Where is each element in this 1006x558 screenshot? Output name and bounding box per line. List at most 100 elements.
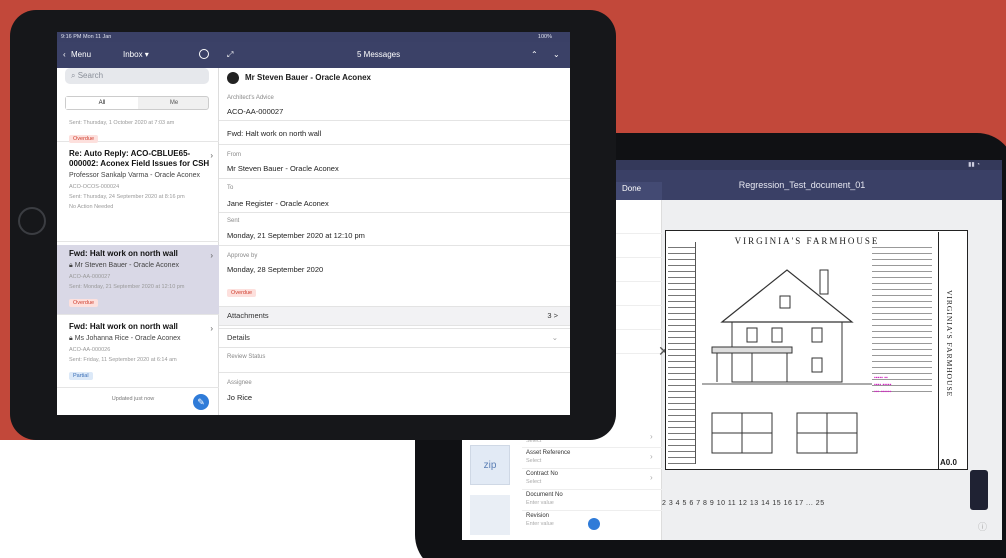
sender-name: Mr Steven Bauer - Oracle Aconex bbox=[245, 73, 371, 82]
item-title: Re: Auto Reply: ACO-CBLUE65-000002: Acon… bbox=[69, 149, 210, 168]
mail-type: Architect's Advice bbox=[227, 95, 274, 101]
menu-button[interactable]: Menu bbox=[71, 50, 91, 59]
drawing-schedule bbox=[872, 242, 932, 392]
assignee-label: Assignee bbox=[227, 380, 252, 386]
status-badge: Overdue bbox=[227, 289, 257, 297]
page-thumbnails[interactable]: 2 3 4 5 6 7 8 9 10 11 12 13 14 15 16 17 … bbox=[662, 500, 972, 507]
document-title: Regression_Test_document_01 bbox=[738, 180, 866, 190]
item-from: Professor Sankalp Varma - Oracle Aconex bbox=[69, 172, 200, 179]
list-item[interactable]: Sent: Thursday, 1 October 2020 at 7:03 a… bbox=[57, 115, 219, 143]
expand-icon[interactable]: ⤢ bbox=[227, 50, 233, 60]
field-label-asset-reference: Asset Reference bbox=[526, 450, 571, 456]
status-badge: Overdue bbox=[69, 135, 99, 143]
divider bbox=[219, 178, 570, 179]
sheet-number: A0.0 bbox=[940, 458, 957, 467]
mail-subject: Fwd: Halt work on north wall bbox=[227, 129, 322, 138]
chevron-down-icon[interactable]: ⌄ bbox=[553, 50, 560, 59]
status-badge: Overdue bbox=[69, 299, 99, 307]
item-ref: ACO-OCOS-000024 bbox=[69, 184, 120, 190]
inbox-dropdown[interactable]: Inbox ▾ bbox=[123, 50, 149, 59]
avatar bbox=[227, 72, 239, 84]
lock-icon: 🔒︎ bbox=[69, 262, 73, 269]
divider bbox=[219, 245, 570, 246]
info-icon[interactable]: ⓘ bbox=[978, 520, 987, 533]
markup-toolbar[interactable] bbox=[970, 470, 988, 510]
compose-icon[interactable]: ✎ bbox=[193, 394, 209, 410]
status-badge: Partial bbox=[69, 372, 93, 380]
item-ref: ACO-AA-000027 bbox=[69, 274, 111, 280]
field-input-revision[interactable]: Enter value bbox=[526, 521, 554, 527]
front-tablet-screen: 9:16 PM Mon 11 Jan 100% ‹ Menu Inbox ▾ ⤢… bbox=[57, 32, 570, 415]
review-status-label: Review Status bbox=[227, 354, 266, 360]
lock-icon: 🔒︎ bbox=[69, 335, 73, 342]
field-value-asset-reference[interactable]: Select bbox=[526, 458, 541, 464]
divider bbox=[219, 372, 570, 373]
chevron-right-icon: › bbox=[650, 473, 653, 482]
item-ref: ACO-AA-000026 bbox=[69, 347, 111, 353]
floor-plans bbox=[711, 412, 858, 454]
item-from: Mr Steven Bauer - Oracle Aconex bbox=[74, 262, 179, 269]
field-label-document-no: Document No bbox=[526, 492, 563, 498]
divider bbox=[522, 468, 662, 469]
messages-title: 5 Messages bbox=[357, 50, 401, 59]
segment-me[interactable]: Me bbox=[138, 97, 210, 109]
from-value: Mr Steven Bauer - Oracle Aconex bbox=[227, 164, 339, 173]
from-label: From bbox=[227, 152, 241, 158]
approve-value: Monday, 28 September 2020 bbox=[227, 265, 324, 274]
list-item-selected[interactable]: Fwd: Halt work on north wall 🔒︎ Mr Steve… bbox=[57, 245, 219, 315]
search-icon: ⌕ bbox=[71, 71, 76, 80]
divider bbox=[219, 212, 570, 213]
item-sent: Sent: Thursday, 1 October 2020 at 7:03 a… bbox=[69, 120, 175, 126]
file-thumbnail[interactable] bbox=[470, 495, 510, 535]
sent-value: Monday, 21 September 2020 at 12:10 pm bbox=[227, 231, 365, 240]
zip-file-icon[interactable]: zip bbox=[470, 445, 510, 485]
attachments-section[interactable]: Attachments 3 > bbox=[219, 306, 570, 326]
chevron-down-icon: ⌄ bbox=[551, 333, 558, 342]
updated-label: Updated just now bbox=[111, 396, 155, 402]
search-placeholder: Search bbox=[77, 71, 104, 80]
filter-icon[interactable] bbox=[199, 49, 209, 59]
attachments-count: 3 > bbox=[547, 311, 558, 320]
farmhouse-drawing bbox=[702, 269, 872, 385]
field-input-document-no[interactable]: Enter value bbox=[526, 500, 554, 506]
divider bbox=[522, 510, 662, 511]
item-sent: Sent: Friday, 11 September 2020 at 6:14 … bbox=[69, 357, 177, 363]
status-bar: 9:16 PM Mon 11 Jan 100% bbox=[57, 32, 570, 42]
details-section[interactable]: Details ⌄ bbox=[219, 328, 570, 348]
approve-label: Approve by bbox=[227, 253, 258, 259]
markup-annotation: ▪▪▪▪▪ ▪▪ ▪▪▪▪ ▪▪▪▪▪ ▪▪▪ ▪▪▪▪▪▪ bbox=[874, 375, 892, 395]
done-button[interactable]: Done bbox=[622, 184, 641, 193]
segmented-control[interactable]: All Me bbox=[65, 96, 209, 110]
assignee-value: Jo Rice bbox=[227, 393, 253, 402]
field-label-contract-no: Contract No bbox=[526, 471, 559, 477]
navigation-bar: ‹ Menu Inbox ▾ ⤢ 5 Messages ⌃ ⌄ bbox=[57, 42, 570, 68]
details-label: Details bbox=[227, 333, 250, 342]
to-label: To bbox=[227, 185, 234, 191]
search-input[interactable]: ⌕ Search bbox=[65, 68, 209, 84]
chevron-right-icon: › bbox=[210, 251, 213, 260]
status-time: 9:16 PM Mon 11 Jan bbox=[61, 34, 112, 40]
item-sent: Sent: Thursday, 24 September 2020 at 8:1… bbox=[69, 194, 185, 200]
chevron-right-icon: › bbox=[650, 432, 653, 441]
action-button[interactable] bbox=[588, 518, 600, 530]
home-button[interactable] bbox=[18, 207, 46, 235]
back-chevron-icon[interactable]: ‹ bbox=[63, 50, 66, 59]
field-label-revision: Revision bbox=[526, 513, 550, 519]
drawing-notes bbox=[668, 242, 696, 464]
sent-label: Sent bbox=[227, 218, 240, 224]
chevron-up-icon[interactable]: ⌃ bbox=[531, 50, 538, 59]
segment-all[interactable]: All bbox=[66, 97, 138, 109]
item-note: No Action Needed bbox=[69, 204, 114, 210]
divider bbox=[219, 144, 570, 145]
drawing-title: VIRGINIA'S FARMHOUSE bbox=[734, 236, 880, 246]
item-title: Fwd: Halt work on north wall bbox=[69, 249, 178, 258]
list-item[interactable]: Re: Auto Reply: ACO-CBLUE65-000002: Acon… bbox=[57, 145, 219, 242]
divider bbox=[522, 447, 662, 448]
battery-level: 100% bbox=[537, 34, 552, 40]
list-item[interactable]: Fwd: Halt work on north wall 🔒︎ Ms Johan… bbox=[57, 318, 219, 388]
mail-number: ACO-AA-000027 bbox=[227, 107, 284, 116]
attachments-label: Attachments bbox=[227, 311, 269, 320]
field-value-contract-no[interactable]: Select bbox=[526, 479, 541, 485]
item-sent: Sent: Monday, 21 September 2020 at 12:10… bbox=[69, 284, 185, 290]
chevron-right-icon: › bbox=[210, 324, 213, 333]
